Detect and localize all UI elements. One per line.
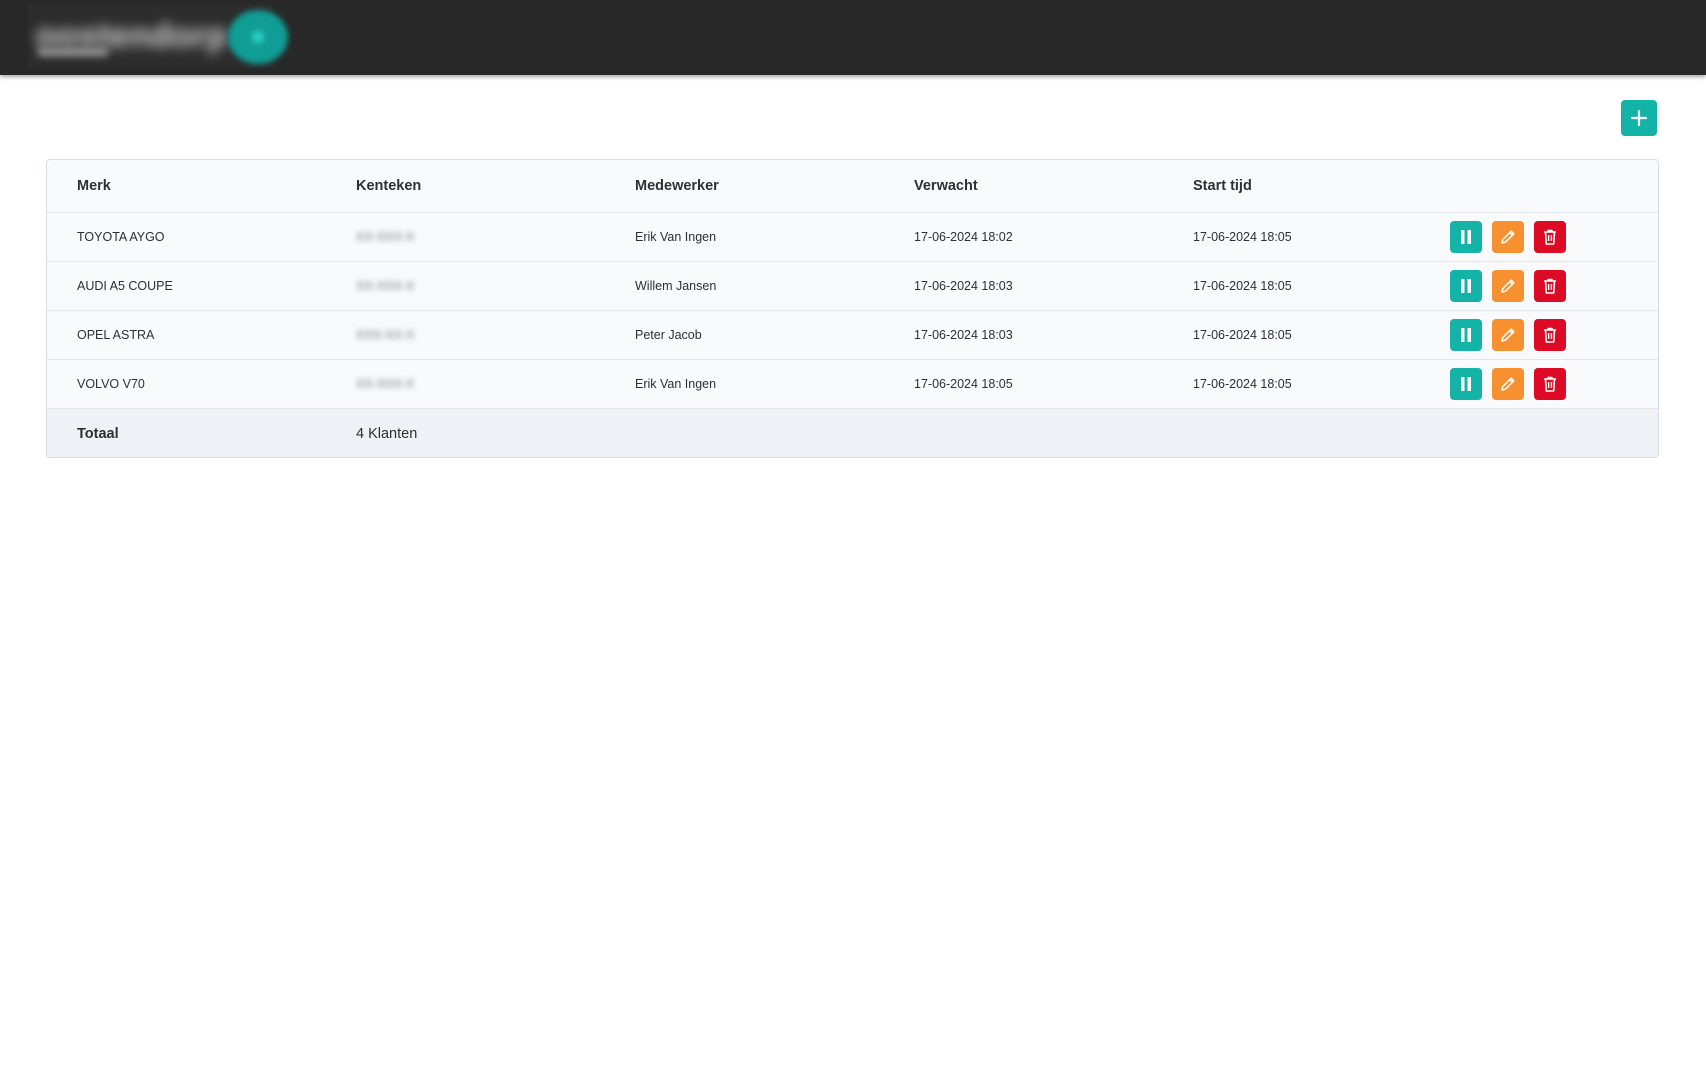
cell-verwacht: 17-06-2024 18:03 (914, 328, 1013, 342)
cell-start-tijd: 17-06-2024 18:05 (1193, 377, 1292, 391)
pause-button[interactable] (1450, 319, 1482, 351)
pause-button[interactable] (1450, 221, 1482, 253)
trash-icon (1544, 376, 1556, 392)
cell-kenteken: XX-XXX-X (356, 279, 415, 293)
company-logo[interactable]: oostendorp (28, 4, 288, 68)
row-actions (1450, 360, 1566, 408)
pause-button[interactable] (1450, 368, 1482, 400)
row-actions (1450, 213, 1566, 261)
delete-button[interactable] (1534, 368, 1566, 400)
cell-medewerker: Erik Van Ingen (635, 230, 717, 244)
logo-mark-icon (228, 10, 288, 64)
edit-button[interactable] (1492, 221, 1524, 253)
cell-start-tijd: 17-06-2024 18:05 (1193, 328, 1292, 342)
cell-verwacht: 17-06-2024 18:05 (914, 377, 1013, 391)
cell-start-tijd: 17-06-2024 18:05 (1193, 230, 1292, 244)
column-header-merk[interactable]: Merk (77, 160, 111, 212)
column-header-verwacht[interactable]: Verwacht (914, 160, 978, 212)
customer-table: Merk Kenteken Medewerker Verwacht Start … (46, 159, 1659, 458)
table-row: AUDI A5 COUPE XX-XXX-X Willem Jansen 17-… (47, 262, 1658, 311)
delete-button[interactable] (1534, 319, 1566, 351)
column-header-kenteken[interactable]: Kenteken (356, 160, 421, 212)
table-row: TOYOTA AYGO XX-XXX-X Erik Van Ingen 17-0… (47, 213, 1658, 262)
pencil-icon (1501, 279, 1515, 293)
edit-button[interactable] (1492, 270, 1524, 302)
pause-button[interactable] (1450, 270, 1482, 302)
row-actions (1450, 311, 1566, 359)
pencil-icon (1501, 230, 1515, 244)
cell-merk: AUDI A5 COUPE (77, 279, 173, 293)
cell-medewerker: Erik Van Ingen (635, 377, 717, 391)
cell-kenteken: XXX-XX-X (356, 328, 415, 342)
cell-merk: VOLVO V70 (77, 377, 145, 391)
edit-button[interactable] (1492, 319, 1524, 351)
cell-kenteken: XX-XXX-X (356, 377, 415, 391)
logo-subtitle (38, 48, 108, 56)
cell-merk: OPEL ASTRA (77, 328, 155, 342)
plus-icon (1630, 109, 1648, 127)
table-row: OPEL ASTRA XXX-XX-X Peter Jacob 17-06-20… (47, 311, 1658, 360)
pencil-icon (1501, 377, 1515, 391)
cell-start-tijd: 17-06-2024 18:05 (1193, 279, 1292, 293)
cell-merk: TOYOTA AYGO (77, 230, 165, 244)
column-header-medewerker[interactable]: Medewerker (635, 160, 719, 212)
cell-medewerker: Peter Jacob (635, 328, 702, 342)
cell-medewerker: Willem Jansen (635, 279, 717, 293)
pause-icon (1461, 279, 1471, 293)
delete-button[interactable] (1534, 270, 1566, 302)
pause-icon (1461, 377, 1471, 391)
row-actions (1450, 262, 1566, 310)
pause-icon (1461, 230, 1471, 244)
column-header-start-tijd[interactable]: Start tijd (1193, 160, 1252, 212)
table-header-row: Merk Kenteken Medewerker Verwacht Start … (47, 160, 1658, 213)
trash-icon (1544, 278, 1556, 294)
pencil-icon (1501, 328, 1515, 342)
delete-button[interactable] (1534, 221, 1566, 253)
trash-icon (1544, 327, 1556, 343)
pause-icon (1461, 328, 1471, 342)
cell-verwacht: 17-06-2024 18:03 (914, 279, 1013, 293)
table-footer-row: Totaal 4 Klanten (47, 409, 1658, 457)
cell-verwacht: 17-06-2024 18:02 (914, 230, 1013, 244)
edit-button[interactable] (1492, 368, 1524, 400)
total-value: 4 Klanten (356, 425, 418, 442)
trash-icon (1544, 229, 1556, 245)
top-navbar: oostendorp (0, 0, 1706, 75)
table-row: VOLVO V70 XX-XXX-X Erik Van Ingen 17-06-… (47, 360, 1658, 409)
total-label: Totaal (77, 425, 119, 442)
cell-kenteken: XX-XXX-X (356, 230, 415, 244)
add-customer-button[interactable] (1621, 100, 1657, 136)
